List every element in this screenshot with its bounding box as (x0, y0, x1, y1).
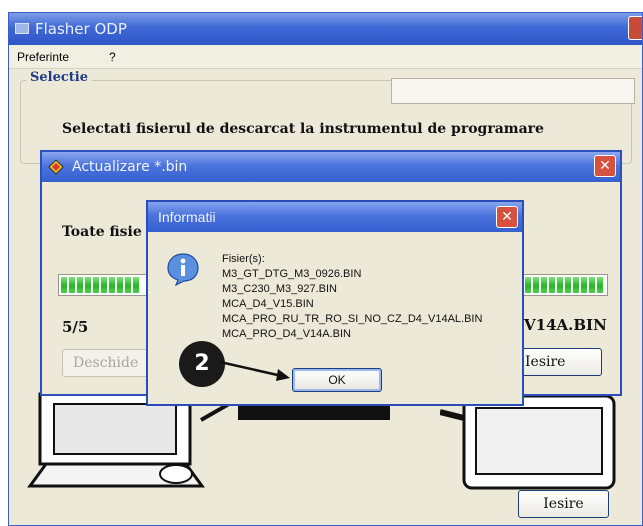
main-exit-button[interactable]: Iesire (518, 490, 609, 518)
update-close-button[interactable]: ✕ (594, 155, 616, 177)
menu-item-help[interactable]: ? (109, 45, 116, 69)
update-message: Toate fisie (62, 224, 142, 240)
file-path-field[interactable] (391, 78, 635, 104)
progress-segment (125, 277, 131, 293)
info-dialog-title: Informatii (158, 209, 216, 225)
app-icon (15, 23, 29, 34)
progress-segment (133, 277, 139, 293)
progress-segment (77, 277, 83, 293)
main-window-title: Flasher ODP (35, 20, 127, 38)
update-dialog-title: Actualizare *.bin (72, 159, 188, 175)
progress-segment (117, 277, 123, 293)
progress-segment (85, 277, 91, 293)
progress-segment (549, 277, 555, 293)
update-titlebar[interactable]: Actualizare *.bin (42, 152, 620, 182)
current-filename: V14A.BIN (524, 316, 607, 334)
progress-segment (93, 277, 99, 293)
file-list-item: MCA_PRO_D4_V14A.BIN (222, 328, 351, 340)
progress-segment (69, 277, 75, 293)
file-list-item: M3_GT_DTG_M3_0926.BIN (222, 268, 362, 280)
selection-group-label: Selectie (26, 70, 92, 85)
progress-bar-right (522, 274, 608, 296)
progress-segment (61, 277, 67, 293)
info-heading: Fisier(s): (222, 253, 265, 265)
progress-segment (565, 277, 571, 293)
info-titlebar[interactable]: Informatii (148, 202, 522, 232)
progress-segment (597, 277, 603, 293)
ok-button[interactable]: OK (292, 368, 382, 392)
menu-item-preferinte[interactable]: Preferinte (17, 45, 69, 69)
main-titlebar[interactable]: Flasher ODP (9, 13, 642, 45)
progress-bar-left (58, 274, 148, 296)
info-message: Fisier(s): M3_GT_DTG_M3_0926.BIN M3_C230… (222, 252, 482, 342)
main-close-button[interactable] (628, 16, 642, 40)
progress-segment (581, 277, 587, 293)
update-dialog-icon (48, 159, 64, 175)
progress-segment (573, 277, 579, 293)
cable-connector (238, 404, 390, 420)
progress-segment (101, 277, 107, 293)
menubar: Preferinte ? (9, 45, 642, 69)
progress-segment (541, 277, 547, 293)
info-close-button[interactable]: ✕ (496, 206, 518, 228)
progress-segment (109, 277, 115, 293)
instruction-text: Selectati fisierul de descarcat la instr… (62, 121, 544, 137)
file-counter: 5/5 (62, 318, 89, 336)
file-list-item: M3_C230_M3_927.BIN (222, 283, 337, 295)
callout-arrow (219, 360, 290, 381)
progress-segment (525, 277, 531, 293)
progress-segment (589, 277, 595, 293)
progress-segment (533, 277, 539, 293)
progress-segment (557, 277, 563, 293)
information-icon (167, 253, 199, 286)
file-list-item: MCA_PRO_RU_TR_RO_SI_NO_CZ_D4_V14AL.BIN (222, 313, 483, 325)
file-list-item: MCA_D4_V15.BIN (222, 298, 314, 310)
update-exit-button[interactable]: Iesire (512, 348, 602, 376)
